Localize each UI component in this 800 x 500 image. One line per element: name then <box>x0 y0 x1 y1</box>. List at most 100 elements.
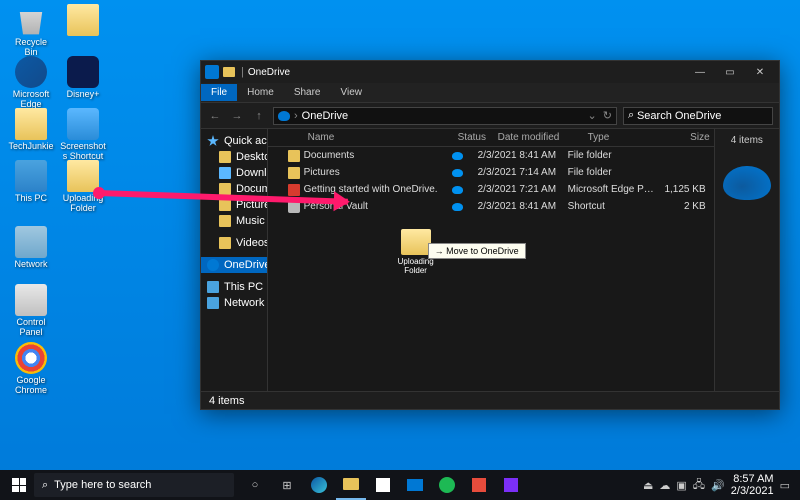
folder-icon <box>15 108 47 140</box>
taskbar-search[interactable]: ⌕ Type here to search <box>34 473 234 497</box>
notifications-icon[interactable]: ▭ <box>780 479 790 492</box>
sfolder-icon <box>219 215 231 227</box>
tab-home[interactable]: Home <box>237 84 284 101</box>
taskbar-apps: ○ ⊞ <box>240 470 526 500</box>
desktop-icon[interactable]: Google Chrome <box>8 342 54 396</box>
sidebar-item[interactable]: This PC <box>201 279 267 295</box>
taskbar: ⌕ Type here to search ○ ⊞ ⏏ ☁ ▣ 🖧 🔊 8:57… <box>0 470 800 500</box>
store-icon[interactable] <box>368 470 398 500</box>
breadcrumb-text: OneDrive <box>302 110 348 122</box>
cortana-icon[interactable]: ○ <box>240 470 270 500</box>
chrome-icon <box>15 342 47 374</box>
app-icon-2[interactable] <box>496 470 526 500</box>
up-button[interactable]: ↑ <box>251 108 267 124</box>
status-bar: 4 items <box>201 391 779 409</box>
onedrive-tray-icon[interactable]: ☁ <box>659 479 670 492</box>
disney-icon <box>67 56 99 88</box>
sidebar-item[interactable]: Network <box>201 295 267 311</box>
col-type[interactable]: Type <box>584 132 674 143</box>
sidebar-item[interactable]: Quick access <box>201 133 267 149</box>
desktop-icon[interactable]: Microsoft Edge <box>8 56 54 110</box>
sidebar-item[interactable]: OneDrive <box>201 257 267 273</box>
system-tray[interactable]: ⏏ ☁ ▣ 🖧 🔊 8:57 AM 2/3/2021 ▭ <box>643 473 796 497</box>
star-icon <box>207 135 219 147</box>
volume-icon[interactable]: 🔊 <box>711 479 725 492</box>
cloud-status-icon <box>452 203 463 211</box>
status-text: 4 items <box>209 395 244 407</box>
desktop-icon[interactable]: Control Panel <box>8 284 54 338</box>
desktop-icon[interactable]: Network <box>8 226 54 270</box>
start-button[interactable] <box>4 470 34 500</box>
table-row[interactable]: Pictures2/3/2021 7:14 AMFile folder <box>268 164 714 181</box>
col-name[interactable]: Name <box>304 132 454 143</box>
tray-icon[interactable]: ▣ <box>676 479 686 492</box>
dl-icon <box>219 167 231 179</box>
nav-sidebar: Quick accessDesktopDownloadsDocumentsPic… <box>201 129 268 391</box>
window-title: OneDrive <box>248 67 685 78</box>
file-icon <box>288 167 300 179</box>
maximize-button[interactable]: ▭ <box>715 62 745 82</box>
cloud-status-icon <box>452 169 463 177</box>
search-icon: ⌕ <box>42 479 48 492</box>
table-row[interactable]: Documents2/3/2021 8:41 AMFile folder <box>268 147 714 164</box>
sfolder-icon <box>219 199 231 211</box>
app-icon[interactable] <box>464 470 494 500</box>
pc-icon <box>15 160 47 192</box>
spc-icon <box>207 281 219 293</box>
col-status[interactable]: Status <box>454 132 494 143</box>
desktop-icon[interactable]: This PC <box>8 160 54 204</box>
spotify-icon[interactable] <box>432 470 462 500</box>
col-date[interactable]: Date modified <box>494 132 584 143</box>
folder-icon <box>67 4 99 36</box>
desktop-icon[interactable]: Disney+ <box>60 56 106 100</box>
tab-view[interactable]: View <box>331 84 373 101</box>
preview-pane: 4 items <box>714 129 779 391</box>
tray-icon[interactable]: ⏏ <box>643 479 653 492</box>
network-icon[interactable]: 🖧 <box>693 476 705 495</box>
close-button[interactable]: ✕ <box>745 62 775 82</box>
minimize-button[interactable]: — <box>685 62 715 82</box>
onedrive-cloud-icon <box>278 111 290 121</box>
onedrive-icon <box>205 65 219 79</box>
titlebar[interactable]: | OneDrive — ▭ ✕ <box>201 61 779 83</box>
forward-button[interactable]: → <box>229 108 245 124</box>
col-size[interactable]: Size <box>674 132 714 143</box>
tab-file[interactable]: File <box>201 84 237 101</box>
file-icon <box>288 150 300 162</box>
column-headers[interactable]: Name Status Date modified Type Size <box>268 129 714 147</box>
edge-icon[interactable] <box>304 470 334 500</box>
cloud-status-icon <box>452 186 463 194</box>
search-icon: ⌕ <box>628 109 634 122</box>
folder-icon <box>223 67 235 77</box>
tab-share[interactable]: Share <box>284 84 331 101</box>
explorer-icon[interactable] <box>336 470 366 500</box>
desktop-icon[interactable] <box>60 4 106 38</box>
address-bar: ← → ↑ › OneDrive ⌄ ↻ ⌕ Search OneDrive <box>201 103 779 129</box>
search-input[interactable]: ⌕ Search OneDrive <box>623 107 773 125</box>
spc-icon <box>207 297 219 309</box>
scloud-icon <box>207 259 219 271</box>
item-count: 4 items <box>721 135 773 146</box>
drag-tooltip: → Move to OneDrive <box>428 243 526 259</box>
ribbon-tabs: File Home Share View <box>201 83 779 103</box>
desktop-icon[interactable]: TechJunkie <box>8 108 54 152</box>
sfolder-icon <box>219 183 231 195</box>
desktop-icon[interactable]: Recycle Bin <box>8 4 54 58</box>
sidebar-item[interactable]: Desktop <box>201 149 267 165</box>
file-list-pane[interactable]: Name Status Date modified Type Size Docu… <box>268 129 714 391</box>
cloud-status-icon <box>452 152 463 160</box>
sidebar-item[interactable]: Videos <box>201 235 267 251</box>
shot-icon <box>67 108 99 140</box>
breadcrumb[interactable]: › OneDrive ⌄ ↻ <box>273 107 617 125</box>
sfolder-icon <box>219 151 231 163</box>
sfolder-icon <box>219 237 231 249</box>
windows-logo-icon <box>12 478 26 492</box>
sidebar-item[interactable]: Music <box>201 213 267 229</box>
mail-icon[interactable] <box>400 470 430 500</box>
back-button[interactable]: ← <box>207 108 223 124</box>
desktop-icon[interactable]: Screenshots Shortcut <box>60 108 106 162</box>
file-icon <box>288 184 300 196</box>
sidebar-item[interactable]: Downloads <box>201 165 267 181</box>
clock[interactable]: 8:57 AM 2/3/2021 <box>731 473 774 497</box>
task-view-icon[interactable]: ⊞ <box>272 470 302 500</box>
